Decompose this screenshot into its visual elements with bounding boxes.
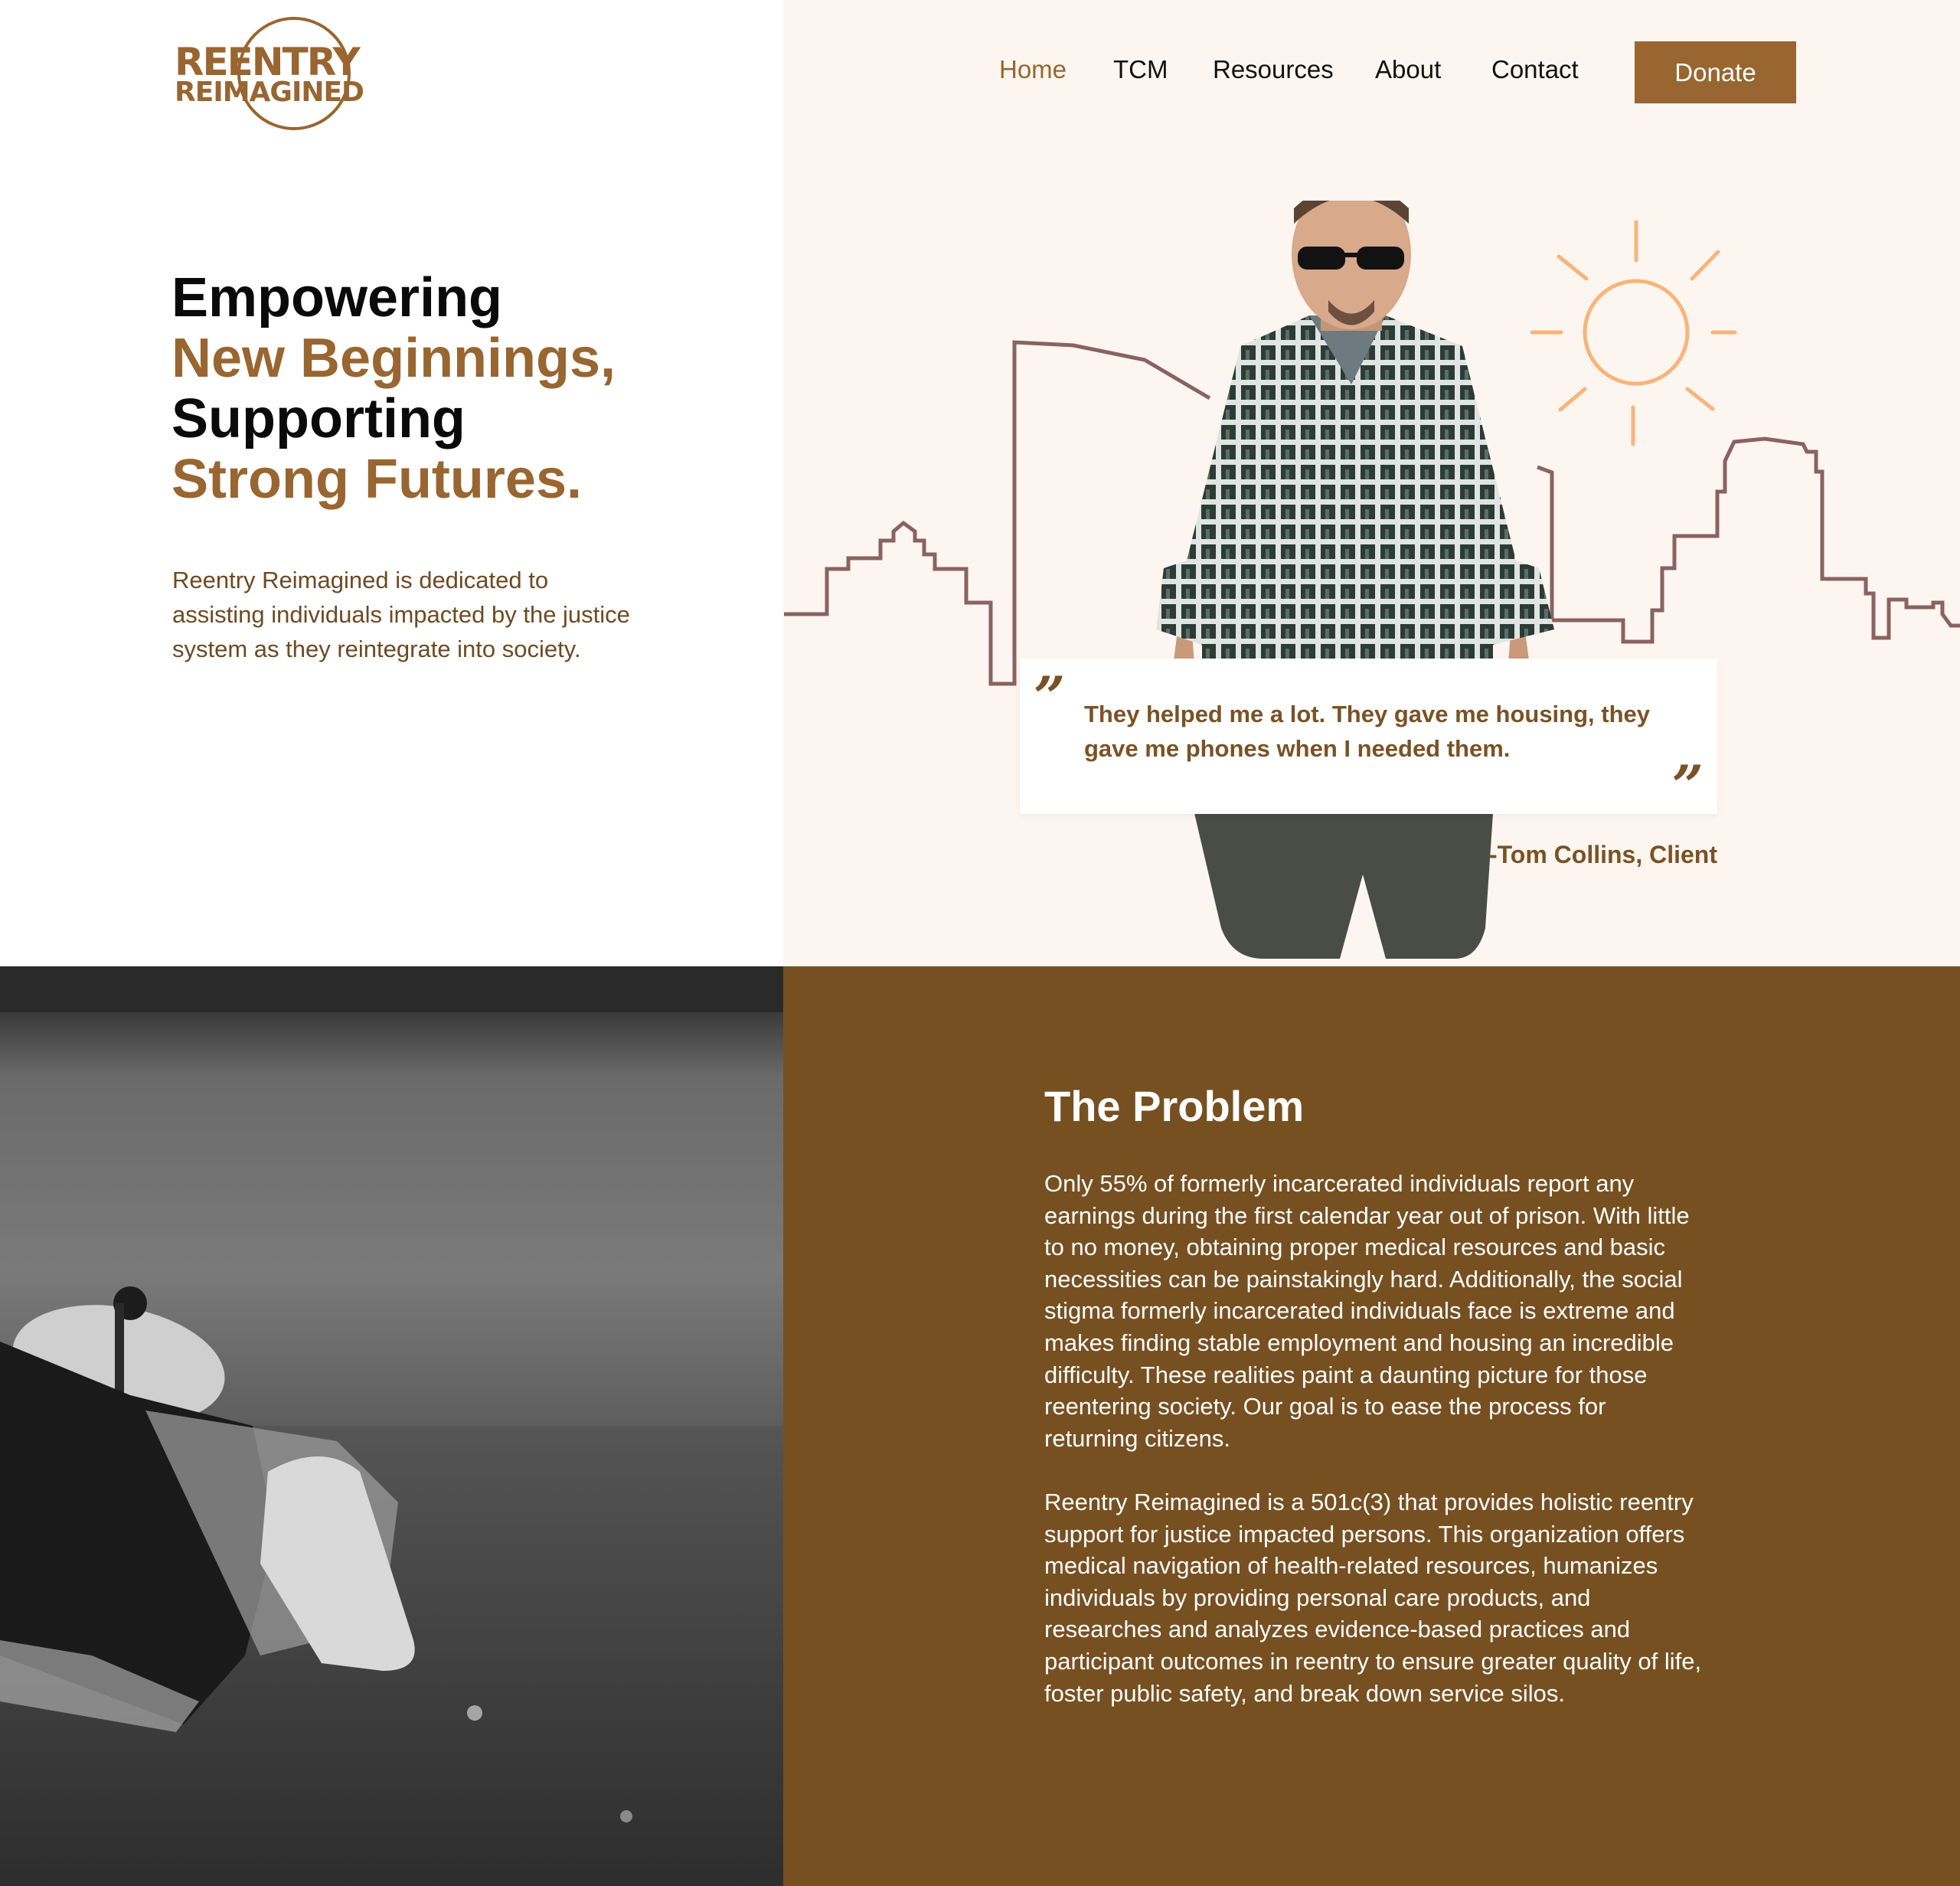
problem-paragraph-1: Only 55% of formerly incarcerated indivi… [1044,1170,1690,1452]
nav-resources[interactable]: Resources [1213,55,1334,84]
headline-line1: Empowering [172,267,503,328]
nav-home[interactable]: Home [999,55,1067,84]
hero-intro: Reentry Reimagined is dedicated to assis… [172,567,630,662]
nav-tcm[interactable]: TCM [1113,55,1168,84]
problem-photo [0,966,783,1886]
testimonial-quote: They helped me a lot. They gave me housi… [1084,701,1651,762]
hero-headline: Empowering New Beginnings, Supporting St… [172,268,753,510]
headline-line4: Strong Futures. [172,449,582,510]
nav-contact[interactable]: Contact [1491,55,1579,84]
headline-line3: Supporting [172,388,466,449]
quote-open-icon: ” [1034,664,1066,729]
testimonial-card: ” They helped me a lot. They gave me hou… [1020,659,1717,814]
hero-section: REENTRY REIMAGINED Home TCM Resources Ab… [0,0,1960,966]
sun-illustration-icon [1530,220,1737,446]
headline-line2: New Beginnings, [172,328,616,389]
donate-button[interactable]: Donate [1635,41,1796,103]
testimonial-attribution: -Tom Collins, Client [1488,841,1717,868]
nav-about[interactable]: About [1375,55,1441,84]
problem-paragraph-2: Reentry Reimagined is a 501c(3) that pro… [1044,1489,1702,1707]
person-on-street-photo [0,966,783,1886]
problem-title: The Problem [1044,1082,1305,1130]
quote-close-icon: ” [1671,753,1704,818]
